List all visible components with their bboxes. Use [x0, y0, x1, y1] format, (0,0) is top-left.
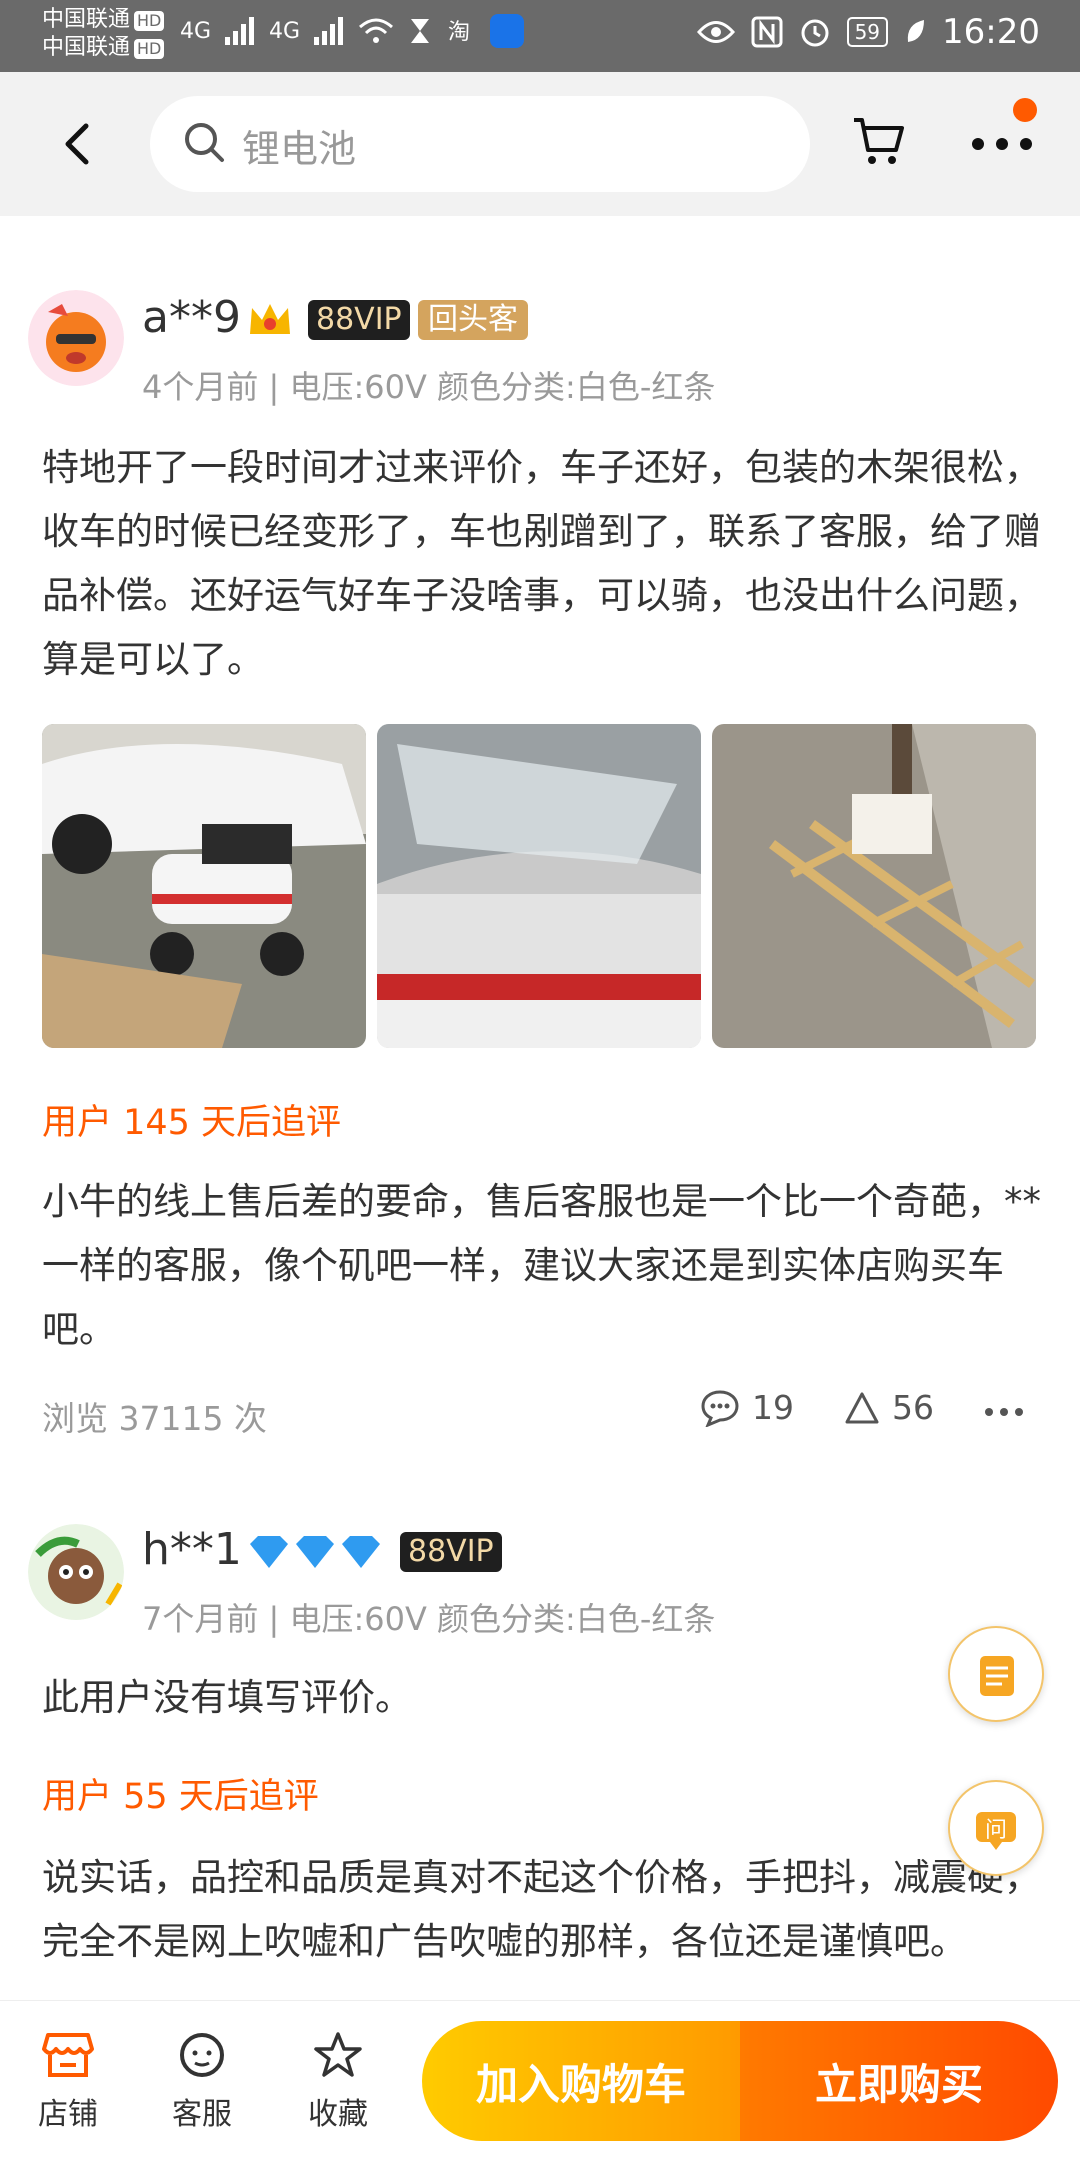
review-photo-3[interactable] [712, 724, 1036, 1048]
avatar[interactable] [28, 290, 124, 386]
review-list-float-button[interactable] [948, 1626, 1044, 1722]
service-label: 客服 [172, 2097, 232, 2132]
signal-icon-2 [314, 17, 344, 45]
back-arrow-icon[interactable] [58, 120, 98, 168]
diamond-level-icon [250, 1536, 380, 1568]
store-label: 店铺 [38, 2097, 98, 2132]
notification-dot [1013, 98, 1037, 122]
signal-icon [225, 17, 255, 45]
svg-text:淘: 淘 [448, 20, 470, 45]
cart-icon[interactable] [850, 112, 906, 168]
review-photo-2[interactable] [377, 724, 701, 1048]
review-username-2[interactable]: h**1 [142, 1524, 242, 1575]
wifi-icon [359, 18, 394, 43]
hd-badge-1: HD [134, 11, 165, 31]
add-to-cart-button[interactable]: 加入购物车 [422, 2021, 740, 2141]
view-count: 浏览 37115 次 [42, 1399, 267, 1438]
store-icon [42, 2033, 94, 2077]
search-bar[interactable]: 锂电池 [150, 96, 810, 192]
review-text: 特地开了一段时间才过来评价，车子还好，包装的木架很松，收车的时候已经变形了，车也… [42, 446, 1041, 681]
search-query: 锂电池 [242, 127, 357, 171]
ask-label: 问 [984, 1818, 1007, 1843]
star-icon [314, 2032, 362, 2077]
review-meta-2: 7个月前 | 电压:60V 颜色分类:白色-红条 [142, 1600, 716, 1638]
bottom-action-bar: 店铺 客服 收藏 加入购物车 立即购买 [0, 2000, 1080, 2161]
favorite-label: 收藏 [308, 2097, 368, 2132]
network-label-2: 4G [269, 18, 301, 44]
avatar-image-2 [28, 1524, 124, 1620]
more-options-icon[interactable] [970, 132, 1034, 156]
hourglass-icon [411, 19, 430, 43]
review-meta: 4个月前 | 电压:60V 颜色分类:白色-红条 [142, 368, 716, 406]
carrier-2: 中国联通 [42, 35, 131, 60]
repeat-customer-badge: 回头客 [418, 300, 528, 340]
like-button[interactable]: 56 [844, 1388, 934, 1427]
search-icon [185, 123, 224, 162]
comment-icon [701, 1389, 739, 1427]
comment-count: 19 [752, 1388, 794, 1427]
alarm-icon [801, 19, 829, 47]
vip-badge: 88VIP [308, 300, 410, 340]
hd-badge-2: HD [134, 39, 165, 59]
followup-text-2: 说实话，品控和品质是真对不起这个价格，手把抖，减震硬，完全不是网上吹嘘和广告吹嘘… [42, 1856, 1041, 1963]
customer-service-icon [180, 2033, 224, 2077]
carrier-info: 中国联通 HD 中国联通 HD [42, 6, 165, 62]
app-badge-icon [490, 14, 525, 48]
status-left-icons: 4G 4G 淘 [180, 14, 525, 48]
battery-indicator: 59 [846, 17, 889, 47]
service-tab[interactable]: 客服 [152, 2031, 252, 2133]
vip-badge-2: 88VIP [400, 1532, 502, 1572]
top-navigation: 锂电池 [0, 72, 1080, 216]
status-right: 59 16:20 [696, 12, 1040, 52]
review-photo-1[interactable] [42, 724, 366, 1048]
review-text-2: 此用户没有填写评价。 [42, 1676, 412, 1719]
avatar-image [28, 290, 124, 386]
eye-icon [696, 21, 735, 43]
network-label-1: 4G [180, 18, 212, 44]
status-bar: 中国联通 HD 中国联通 HD 4G 4G 淘 59 16:20 [0, 0, 1080, 72]
comment-button[interactable]: 19 [700, 1388, 794, 1427]
avatar-2[interactable] [28, 1524, 124, 1620]
crown-icon [250, 304, 290, 334]
followup-label-2: 用户 55 天后追评 [42, 1777, 319, 1817]
carrier-1: 中国联通 [42, 7, 131, 32]
taobao-notification-icon: 淘 [448, 20, 470, 45]
nfc-icon [751, 16, 783, 48]
thumbs-up-icon [845, 1392, 879, 1423]
like-count: 56 [892, 1388, 934, 1427]
favorite-tab[interactable]: 收藏 [288, 2031, 388, 2133]
buy-now-button[interactable]: 立即购买 [740, 2021, 1058, 2141]
review-username[interactable]: a**9 [142, 292, 241, 343]
damage-photo [377, 724, 701, 1048]
followup-label: 用户 145 天后追评 [42, 1103, 342, 1143]
ask-float-button[interactable]: 问 [948, 1780, 1044, 1876]
scooter-photo [42, 724, 366, 1048]
clipboard-list-icon [980, 1656, 1014, 1696]
crate-photo [712, 724, 1036, 1048]
clock: 16:20 [942, 12, 1040, 52]
followup-text: 小牛的线上售后差的要命，售后客服也是一个比一个奇葩，**一样的客服，像个矶吧一样… [42, 1180, 1041, 1351]
review-more-icon[interactable] [984, 1406, 1024, 1418]
leaf-icon [907, 20, 925, 42]
store-tab[interactable]: 店铺 [18, 2031, 118, 2133]
